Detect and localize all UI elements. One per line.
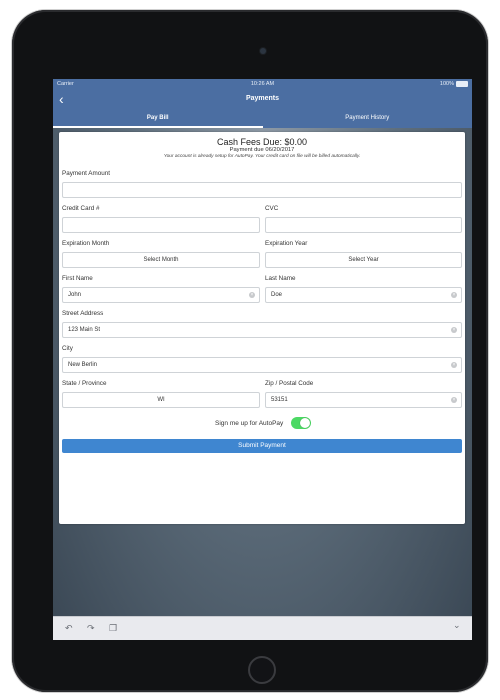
first-name-value: John bbox=[68, 292, 82, 298]
zip-input[interactable]: 53151 × bbox=[265, 392, 462, 408]
expiration-year-label: Expiration Year bbox=[265, 240, 308, 247]
payment-form: Cash Fees Due: $0.00 Payment due 06/20/2… bbox=[59, 132, 465, 524]
cvc-input[interactable] bbox=[265, 217, 462, 233]
credit-card-input[interactable] bbox=[62, 217, 260, 233]
submit-payment-button[interactable]: Submit Payment bbox=[62, 439, 462, 453]
clear-icon[interactable]: × bbox=[451, 397, 457, 403]
last-name-value: Doe bbox=[271, 292, 283, 298]
last-name-input[interactable]: Doe × bbox=[265, 287, 462, 303]
autopay-label: Sign me up for AutoPay bbox=[215, 420, 284, 427]
state-label: State / Province bbox=[62, 380, 107, 387]
cvc-label: CVC bbox=[265, 205, 279, 212]
time-label: 10:26 AM bbox=[250, 81, 275, 87]
payment-amount-input[interactable] bbox=[62, 182, 462, 198]
clear-icon[interactable]: × bbox=[451, 292, 457, 298]
camera-icon bbox=[260, 48, 266, 54]
payment-amount-label: Payment Amount bbox=[62, 170, 110, 177]
fees-due-title: Cash Fees Due: $0.00 bbox=[216, 137, 308, 147]
city-value: New Berlin bbox=[68, 362, 98, 368]
first-name-input[interactable]: John × bbox=[62, 287, 260, 303]
clear-icon[interactable]: × bbox=[249, 292, 255, 298]
status-bar: Carrier 10:26 AM 100% bbox=[53, 79, 472, 89]
last-name-label: Last Name bbox=[265, 275, 296, 282]
payment-due-date: Payment due 06/20/2017 bbox=[229, 147, 295, 153]
undo-icon[interactable]: ↶ bbox=[65, 623, 73, 634]
keyboard-toolbar: ↶ ↷ ❐ ⌄ bbox=[53, 616, 472, 640]
navigation-bar: ‹ Payments bbox=[53, 89, 472, 111]
screen: Carrier 10:26 AM 100% ‹ Payments Pay Bil… bbox=[53, 79, 472, 640]
redo-icon[interactable]: ↷ bbox=[87, 623, 95, 634]
ipad-frame: Carrier 10:26 AM 100% ‹ Payments Pay Bil… bbox=[12, 10, 488, 692]
zip-label: Zip / Postal Code bbox=[265, 380, 314, 387]
page-title: Payments bbox=[245, 95, 280, 102]
autopay-row: Sign me up for AutoPay bbox=[59, 416, 465, 432]
city-input[interactable]: New Berlin × bbox=[62, 357, 462, 373]
expiration-month-label: Expiration Month bbox=[62, 240, 110, 247]
tab-bar: Pay Bill Payment History bbox=[53, 111, 472, 128]
street-address-input[interactable]: 123 Main St × bbox=[62, 322, 462, 338]
expiration-month-select[interactable]: Select Month bbox=[62, 252, 260, 268]
state-select[interactable]: WI bbox=[62, 392, 260, 408]
toggle-knob bbox=[300, 418, 310, 428]
battery-icon bbox=[456, 81, 468, 87]
clear-icon[interactable]: × bbox=[451, 362, 457, 368]
chevron-down-icon[interactable]: ⌄ bbox=[453, 620, 461, 631]
expiration-year-select[interactable]: Select Year bbox=[265, 252, 462, 268]
tab-payment-history[interactable]: Payment History bbox=[263, 111, 473, 128]
street-address-value: 123 Main St bbox=[68, 327, 101, 333]
home-button[interactable] bbox=[248, 656, 276, 684]
paste-icon[interactable]: ❐ bbox=[109, 623, 117, 634]
zip-value: 53151 bbox=[271, 397, 288, 403]
tab-pay-bill[interactable]: Pay Bill bbox=[53, 111, 263, 128]
street-address-label: Street Address bbox=[62, 310, 104, 317]
autopay-toggle[interactable] bbox=[291, 417, 311, 429]
first-name-label: First Name bbox=[62, 275, 93, 282]
clear-icon[interactable]: × bbox=[451, 327, 457, 333]
autopay-note: Your account is already setup for AutoPa… bbox=[163, 154, 361, 159]
battery-percent: 100% bbox=[439, 81, 454, 87]
credit-card-label: Credit Card # bbox=[62, 205, 100, 212]
battery-indicator: 100% bbox=[440, 81, 468, 87]
city-label: City bbox=[62, 345, 73, 352]
